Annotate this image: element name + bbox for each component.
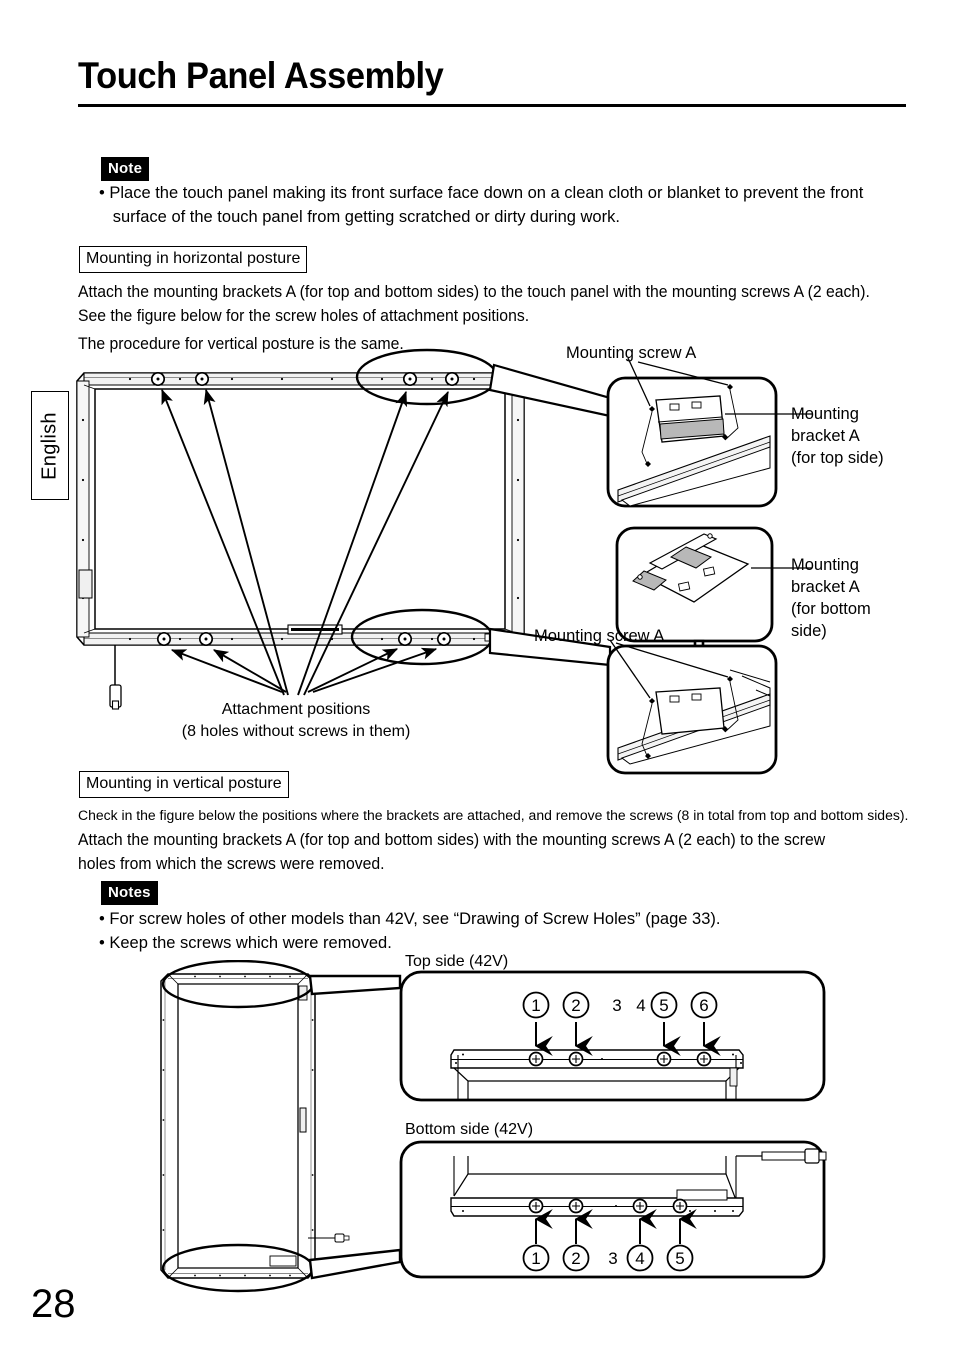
- notes-tag: Notes: [101, 881, 158, 905]
- language-side-tab-label: English: [38, 411, 61, 480]
- caption-attachment-positions-line1: Attachment positions: [221, 701, 371, 718]
- svg-text:2: 2: [571, 1249, 580, 1268]
- label-mounting-bracket-a-bottom: Mounting bracket A (for bottom side): [791, 556, 871, 640]
- note-bullet-2: surface of the touch panel from getting …: [99, 208, 620, 226]
- vertical-paragraph-line-3: holes from which the screws were removed…: [78, 855, 385, 873]
- svg-text:3: 3: [608, 1249, 617, 1268]
- touch-panel-portrait-view: [160, 973, 350, 1279]
- page-number: 28: [31, 1282, 76, 1326]
- callout-leader-vertical-bottom: [308, 1248, 402, 1280]
- horizontal-paragraph-line-2: See the figure below for the screw holes…: [78, 307, 530, 325]
- page-title: Touch Panel Assembly: [78, 55, 444, 96]
- svg-text:1: 1: [531, 1249, 540, 1268]
- manual-page: Touch Panel Assembly English 28 Note • P…: [0, 0, 954, 1348]
- touch-panel-front-view: [76, 372, 525, 710]
- detail-box-bottom-side: 1 2 3 4 5: [399, 1140, 827, 1279]
- horizontal-paragraph-line-1: Attach the mounting brackets A (for top …: [78, 283, 870, 301]
- vertical-mounting-figure: 1 2 3 4 5 6 1 2 3 4 5: [150, 960, 840, 1300]
- svg-text:2: 2: [571, 996, 580, 1015]
- note-tag: Note: [101, 157, 150, 181]
- svg-text:5: 5: [659, 996, 668, 1015]
- note-bullet-1: • Place the touch panel making its front…: [99, 184, 864, 202]
- svg-text:4: 4: [635, 1249, 644, 1268]
- callout-bracket-top: [606, 357, 812, 508]
- label-mounting-screw-a-top: Mounting screw A: [566, 344, 697, 362]
- callout-bracket-bottom: [606, 639, 778, 775]
- language-side-tab: English: [31, 391, 69, 500]
- detail-box-top-side: 1 2 3 4 5 6: [399, 970, 826, 1102]
- title-divider: [78, 104, 906, 107]
- notes-bullet-1: • For screw holes of other models than 4…: [99, 910, 721, 928]
- svg-text:1: 1: [531, 996, 540, 1015]
- vertical-paragraph-line-1: Check in the figure below the positions …: [78, 808, 909, 824]
- vertical-paragraph-line-2: Attach the mounting brackets A (for top …: [78, 831, 826, 849]
- notes-bullet-2: • Keep the screws which were removed.: [99, 934, 392, 952]
- heading-vertical-posture: Mounting in vertical posture: [79, 771, 289, 798]
- svg-text:6: 6: [699, 996, 708, 1015]
- label-mounting-screw-a-bottom: Mounting screw A: [534, 627, 665, 645]
- caption-attachment-positions-line2: (8 holes without screws in them): [181, 723, 411, 740]
- callout-leader-vertical-top: [308, 974, 402, 996]
- svg-text:5: 5: [675, 1249, 684, 1268]
- label-mounting-bracket-a-top: Mounting bracket A (for top side): [791, 405, 884, 467]
- heading-horizontal-posture: Mounting in horizontal posture: [79, 246, 308, 273]
- svg-text:4: 4: [636, 996, 645, 1015]
- svg-text:3: 3: [612, 996, 621, 1015]
